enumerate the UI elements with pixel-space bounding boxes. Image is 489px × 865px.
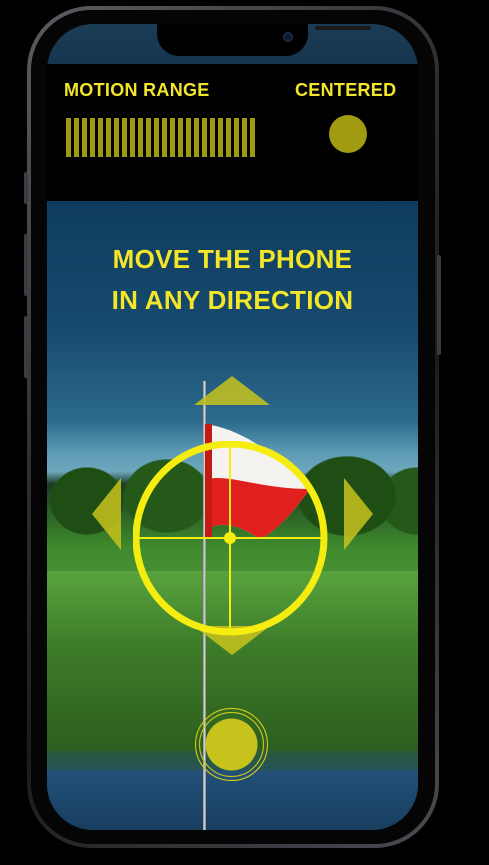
centered-label: CENTERED (295, 80, 397, 100)
motion-range-tick (122, 118, 127, 157)
speaker-grille (315, 26, 371, 30)
motion-range-tick (186, 118, 191, 157)
motion-range-tick (146, 118, 151, 157)
mute-switch (24, 172, 28, 204)
motion-range-tick (178, 118, 183, 157)
motion-range-tick (106, 118, 111, 157)
motion-range-tick (250, 118, 255, 157)
motion-range-tick (74, 118, 79, 157)
centered-indicator (329, 115, 367, 153)
motion-range-tick (194, 118, 199, 157)
motion-range-tick (210, 118, 215, 157)
motion-range-tick (82, 118, 87, 157)
motion-range-tick (66, 118, 71, 157)
instruction-line-2: IN ANY DIRECTION (111, 285, 354, 315)
motion-range-tick (114, 118, 119, 157)
motion-range-tick (218, 118, 223, 157)
motion-range-tick (234, 118, 239, 157)
motion-range-label: MOTION RANGE (64, 80, 210, 100)
arrow-right-icon (344, 478, 373, 550)
notch (157, 24, 371, 56)
motion-range-tick (154, 118, 159, 157)
camera-preview: MOVE THE PHONE IN ANY DIRECTION (47, 201, 418, 830)
volume-up-button (24, 234, 28, 296)
motion-range-tick (202, 118, 207, 157)
instruction-text: MOVE THE PHONE IN ANY DIRECTION (47, 239, 418, 321)
capture-button-icon[interactable] (194, 707, 269, 782)
motion-range-tick (242, 118, 247, 157)
motion-range-meter (66, 118, 255, 157)
app-screen: MOTION RANGE CENTERED MOVE THE PHONE IN … (47, 24, 418, 830)
front-camera-icon (283, 32, 293, 42)
motion-range-tick (90, 118, 95, 157)
crosshair-reticle-icon (133, 441, 328, 636)
motion-range-tick (170, 118, 175, 157)
motion-range-tick (226, 118, 231, 157)
motion-range-tick (138, 118, 143, 157)
arrow-up-icon (194, 376, 270, 405)
motion-range-tick (130, 118, 135, 157)
instruction-line-1: MOVE THE PHONE (112, 244, 353, 274)
arrow-left-icon (92, 478, 121, 550)
motion-range-tick (98, 118, 103, 157)
power-button (437, 255, 441, 355)
motion-range-tick (162, 118, 167, 157)
volume-down-button (24, 316, 28, 378)
